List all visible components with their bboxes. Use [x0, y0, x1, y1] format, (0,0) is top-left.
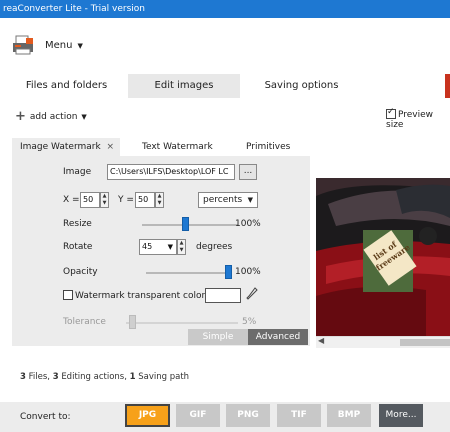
chevron-down-icon: ▼: [77, 42, 83, 50]
menu-button[interactable]: Menu ▼: [45, 40, 83, 51]
tab-edit-images[interactable]: Edit images: [128, 74, 240, 98]
window-title-bar: reaConverter Lite - Trial version: [0, 0, 450, 18]
subtab-text-watermark[interactable]: Text Watermark: [142, 138, 222, 156]
unit-value: percents: [203, 195, 243, 205]
rotate-spinner[interactable]: ▲ ▼: [177, 239, 186, 255]
tolerance-label: Tolerance: [63, 317, 106, 327]
tab-saving-options[interactable]: Saving options: [245, 74, 358, 98]
files-count: 3: [20, 372, 26, 382]
tab-label: Files and folders: [25, 80, 108, 91]
subtab-label: Text Watermark: [142, 142, 213, 152]
mode-advanced-button[interactable]: Advanced: [248, 329, 308, 345]
format-jpg-button[interactable]: JPG: [125, 404, 170, 427]
format-tif-button[interactable]: TIF: [277, 404, 321, 427]
paths-count: 1: [129, 372, 136, 382]
y-spinner[interactable]: ▲ ▼: [155, 192, 164, 208]
tolerance-slider-thumb: [128, 315, 136, 329]
tolerance-value: 5%: [242, 317, 257, 327]
opacity-value: 100%: [235, 267, 261, 277]
resize-slider-track[interactable]: [142, 224, 238, 226]
transparent-color-label: Watermark transparent color: [75, 291, 206, 301]
files-text: Files,: [28, 372, 50, 382]
tab-files-and-folders[interactable]: Files and folders: [10, 74, 123, 98]
rotate-label: Rotate: [63, 242, 93, 252]
add-action-label: add action: [29, 112, 78, 122]
tolerance-slider-track: [126, 322, 238, 324]
preview-size-checkbox[interactable]: [386, 107, 396, 119]
resize-slider-thumb[interactable]: [182, 217, 190, 231]
action-subtabs: Image Watermark × Text Watermark Primiti…: [12, 138, 312, 156]
paths-text: Saving path: [138, 372, 190, 382]
image-path-field[interactable]: C:\Users\ILFS\Desktop\LOF LC: [107, 164, 235, 180]
menu-bar: Menu ▼: [0, 18, 450, 74]
rotate-value: 45: [142, 242, 153, 251]
preview-horizontal-scrollbar[interactable]: ◀: [316, 336, 450, 348]
resize-value: 100%: [235, 219, 261, 229]
image-watermark-panel: Image C:\Users\ILFS\Desktop\LOF LC ... X…: [12, 156, 310, 346]
subtab-label: Image Watermark: [20, 142, 101, 152]
transparent-color-checkbox[interactable]: [63, 290, 73, 300]
chevron-down-icon: ▼: [167, 243, 173, 251]
mode-simple-button[interactable]: Simple: [188, 329, 248, 345]
opacity-slider-thumb[interactable]: [225, 265, 232, 279]
plus-icon: +: [15, 109, 26, 124]
x-spinner[interactable]: ▲ ▼: [100, 192, 109, 208]
y-input[interactable]: 50: [135, 192, 155, 208]
more-formats-button[interactable]: More...: [379, 404, 423, 427]
opacity-slider-track[interactable]: [146, 272, 228, 274]
actions-count: 3: [52, 372, 59, 382]
eyedropper-icon[interactable]: [246, 287, 258, 304]
chevron-down-icon: ▼: [247, 196, 253, 204]
format-bmp-button[interactable]: BMP: [327, 404, 371, 427]
y-label: Y =: [118, 195, 134, 205]
chevron-down-icon: ▼: [81, 113, 87, 121]
x-label: X =: [63, 195, 80, 205]
subtab-primitives[interactable]: Primitives: [246, 138, 306, 156]
batch-summary: 3 Files, 3 Editing actions, 1 Saving pat…: [20, 372, 189, 382]
app-printer-icon[interactable]: [12, 34, 34, 56]
watermark-logo: list of freeware: [363, 230, 417, 286]
close-icon[interactable]: ×: [106, 138, 114, 156]
scroll-left-icon[interactable]: ◀: [318, 336, 324, 345]
rotate-unit: degrees: [196, 242, 233, 252]
tab-accent-strip: [445, 74, 450, 98]
main-tabs: Files and folders Edit images Saving opt…: [0, 74, 450, 98]
format-png-button[interactable]: PNG: [226, 404, 270, 427]
tab-label: Edit images: [154, 80, 214, 91]
format-gif-button[interactable]: GIF: [176, 404, 220, 427]
image-label: Image: [63, 167, 92, 177]
transparent-color-toggle[interactable]: Watermark transparent color: [63, 290, 205, 301]
watermark-overlay: list of freeware: [363, 230, 417, 292]
menu-label: Menu: [45, 40, 73, 51]
convert-bar: Convert to: JPG GIF PNG TIF BMP More...: [0, 402, 450, 432]
actions-toolbar: +add action▼ Preview size: [0, 104, 450, 130]
rotate-input[interactable]: 45 ▼: [139, 239, 177, 255]
scrollbar-thumb[interactable]: [400, 339, 450, 346]
opacity-label: Opacity: [63, 267, 98, 277]
add-action-button[interactable]: + add action ▼: [15, 109, 87, 124]
transparent-color-swatch[interactable]: [205, 288, 241, 303]
position-unit-select[interactable]: percents ▼: [198, 192, 258, 208]
subtab-image-watermark[interactable]: Image Watermark ×: [12, 138, 120, 156]
resize-label: Resize: [63, 219, 92, 229]
tab-label: Saving options: [264, 80, 339, 91]
preview-size-toggle[interactable]: Preview size: [386, 107, 450, 130]
x-input[interactable]: 50: [80, 192, 100, 208]
browse-button[interactable]: ...: [239, 164, 257, 180]
convert-to-label: Convert to:: [20, 412, 71, 422]
window-title: reaConverter Lite - Trial version: [3, 4, 146, 14]
image-preview: list of freeware: [316, 156, 450, 348]
subtab-label: Primitives: [246, 142, 291, 152]
actions-text: Editing actions,: [61, 372, 127, 382]
